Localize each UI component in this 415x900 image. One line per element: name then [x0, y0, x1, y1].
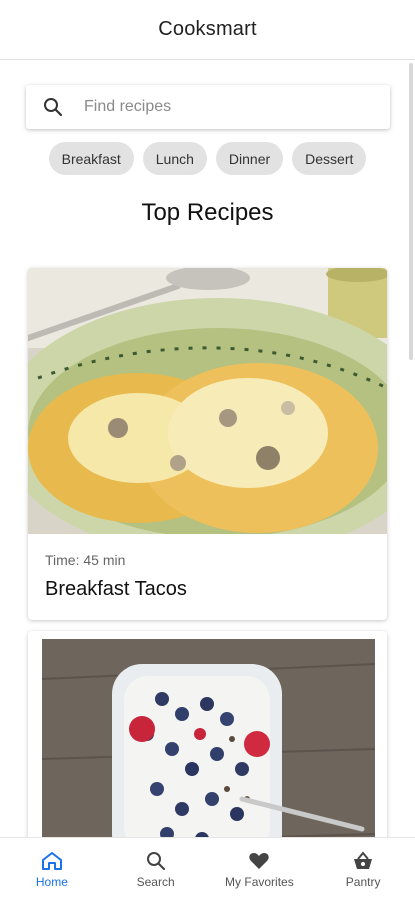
nav-favorites[interactable]: My Favorites — [208, 838, 312, 900]
bottom-nav: Home Search My Favorites Pantry — [0, 837, 415, 900]
recipe-card[interactable] — [28, 631, 387, 838]
breakfast-tacos-photo — [28, 268, 387, 534]
heart-icon — [247, 850, 271, 872]
basket-icon — [351, 850, 375, 872]
nav-search[interactable]: Search — [104, 838, 208, 900]
nav-label-pantry: Pantry — [345, 875, 381, 889]
nav-label-home: Home — [35, 875, 68, 889]
recipe-card[interactable]: Time: 45 min Breakfast Tacos — [28, 268, 387, 620]
recipe-name: Breakfast Tacos — [45, 578, 187, 600]
search-bar[interactable] — [26, 85, 390, 129]
category-chips: Breakfast Lunch Dinner Dessert — [0, 142, 415, 175]
chip-lunch[interactable]: Lunch — [142, 142, 207, 175]
chip-dinner[interactable]: Dinner — [215, 142, 284, 175]
chip-breakfast[interactable]: Breakfast — [48, 142, 134, 175]
search-icon — [144, 850, 168, 872]
chip-dessert[interactable]: Dessert — [292, 142, 367, 175]
main-content: Breakfast Lunch Dinner Dessert Top Recip… — [0, 61, 415, 838]
nav-home[interactable]: Home — [0, 838, 104, 900]
nav-pantry[interactable]: Pantry — [311, 838, 415, 900]
nav-label-favorites: My Favorites — [225, 875, 294, 889]
app-bar: Cooksmart — [0, 0, 415, 60]
home-icon — [40, 850, 64, 872]
app-title: Cooksmart — [158, 18, 257, 40]
nav-label-search: Search — [136, 875, 175, 889]
search-input[interactable] — [82, 97, 366, 117]
yogurt-berries-photo — [42, 639, 375, 838]
search-icon — [42, 96, 64, 118]
recipe-time: Time: 45 min — [45, 552, 126, 568]
section-title: Top Recipes — [141, 199, 274, 226]
